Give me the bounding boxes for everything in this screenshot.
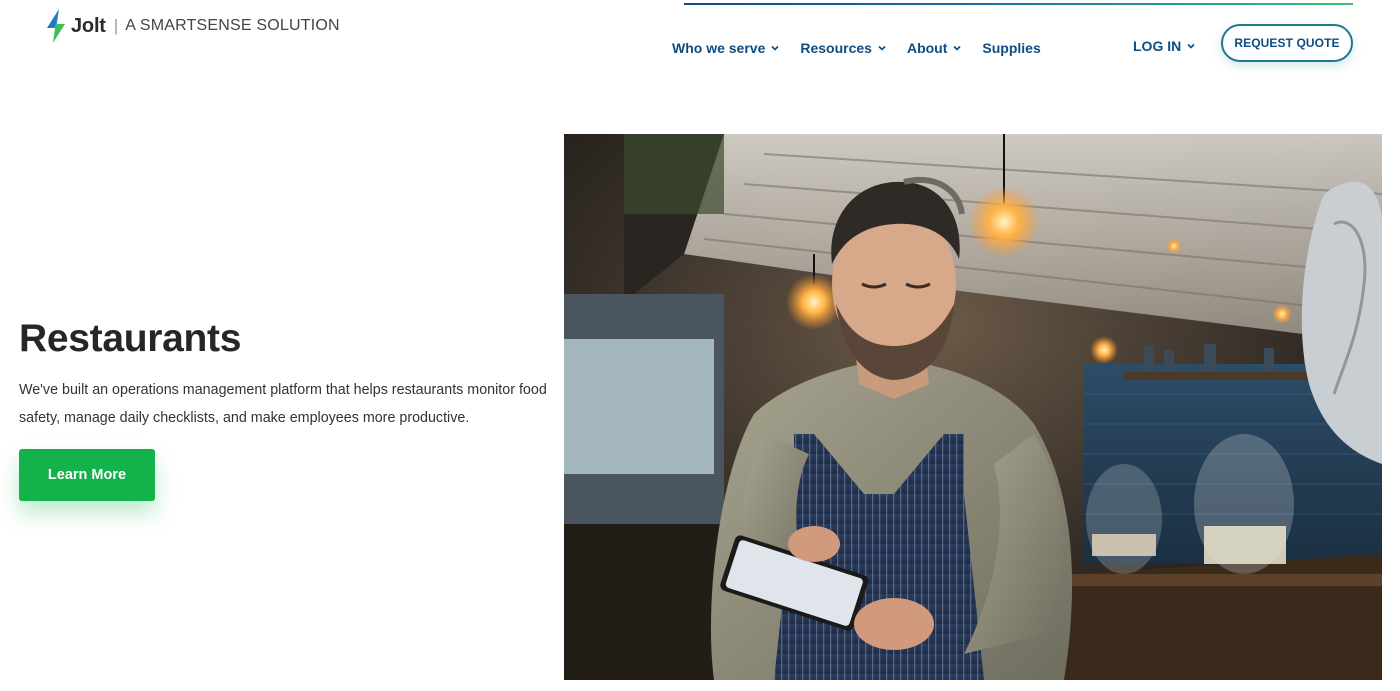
nav-item-label: Supplies [982,40,1041,56]
hero-photo-restaurant-worker-with-tablet [564,134,1382,680]
logo-wordmark: Jolt [71,14,106,37]
header-accent-line [684,3,1353,5]
nav-item-label: Resources [800,40,872,56]
main-nav: Who we serve Resources About Supplies [672,38,1062,58]
chevron-down-icon [953,45,961,51]
nav-item-who-we-serve[interactable]: Who we serve [672,40,779,56]
chevron-down-icon [878,45,886,51]
hero-description: We've built an operations management pla… [19,382,547,426]
site-header: Jolt | A SMARTSENSE SOLUTION Who we serv… [0,0,1400,90]
chevron-down-icon [771,45,779,51]
logo-link[interactable]: Jolt | A SMARTSENSE SOLUTION [46,9,340,43]
jolt-bolt-icon [47,9,65,43]
nav-item-label: Who we serve [672,40,766,56]
nav-item-label: About [906,40,948,56]
login-label: LOG IN [1133,38,1182,54]
page-title: Restaurants [19,317,242,360]
nav-item-about[interactable]: About [907,40,961,56]
nav-item-resources[interactable]: Resources [800,40,886,56]
learn-more-button[interactable]: Learn More [19,449,155,501]
nav-item-supplies[interactable]: Supplies [982,40,1040,56]
logo-separator: | [113,16,119,35]
chevron-down-icon [1187,43,1195,49]
request-quote-button[interactable]: REQUEST QUOTE [1221,24,1353,62]
login-menu[interactable]: LOG IN [1133,38,1195,54]
logo-tagline: A SMARTSENSE SOLUTION [125,17,340,34]
